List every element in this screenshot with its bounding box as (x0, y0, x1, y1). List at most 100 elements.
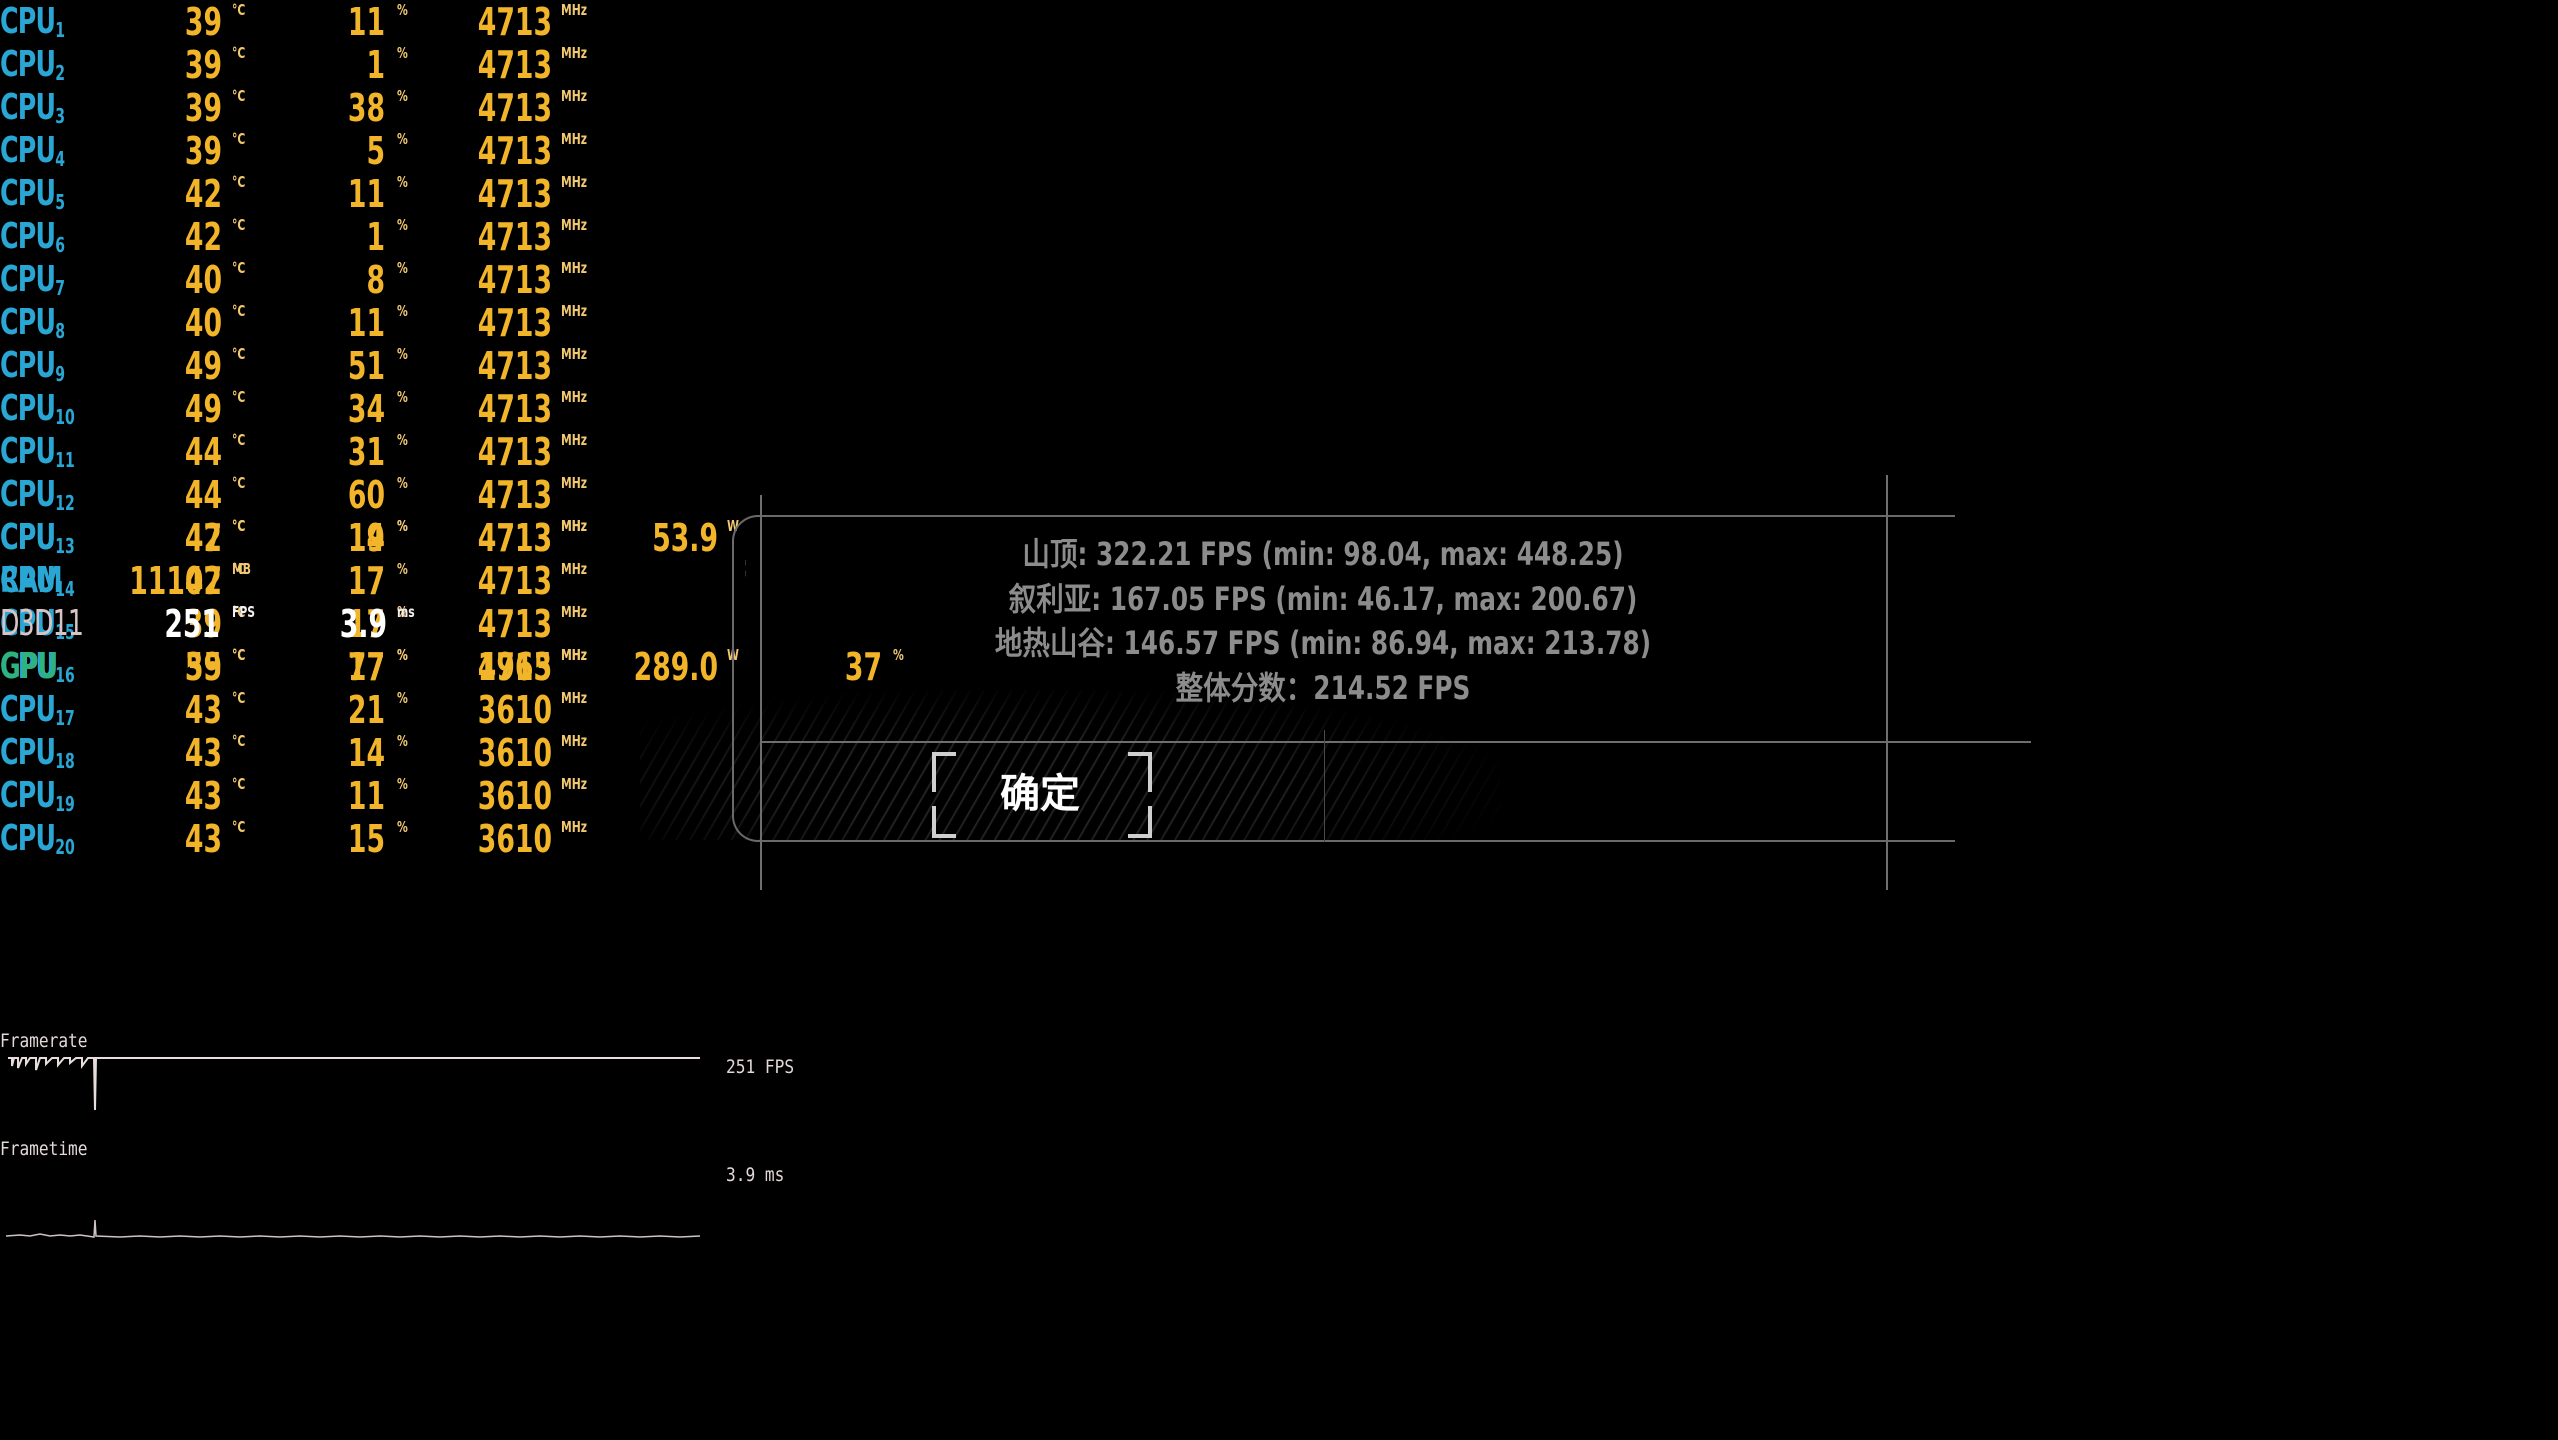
clock-unit: MHz (561, 775, 588, 793)
cpu-core-temp: 42 (184, 172, 222, 216)
frametime-graph-label: Frametime (0, 1138, 88, 1160)
clock-unit: MHz (561, 388, 588, 406)
cpu-core-clock: 4713 (477, 301, 552, 345)
confirm-button[interactable]: 确定 (932, 752, 1152, 838)
cpu-core-clock: 4713 (477, 215, 552, 259)
usage-unit: % (397, 87, 408, 105)
temp-unit: °C (232, 130, 246, 148)
cpu-label-text: CPU (0, 345, 56, 386)
cpu-core-label: CPU8 (0, 303, 65, 347)
cpu-label-text: CPU (0, 173, 56, 214)
clock-unit: MHz (561, 302, 588, 320)
temp-unit: °C (232, 173, 246, 191)
clock-unit: MHz (561, 732, 588, 750)
cpu-core-clock: 4713 (477, 258, 552, 302)
cpu-core-usage: 38 (347, 86, 385, 130)
cpu-total-usage: 19 (347, 516, 385, 560)
cpu-core-row: CPU12 44 °C 60% 4713 MHz (0, 473, 960, 516)
cpu-core-temp: 39 (184, 43, 222, 87)
cpu-total-label: CPU (0, 517, 56, 558)
temp-unit: °C (232, 302, 246, 320)
cpu-core-clock: 4713 (477, 86, 552, 130)
clock-unit: MHz (561, 517, 588, 535)
cpu-core-usage: 15 (347, 817, 385, 861)
cpu-core-label: CPU6 (0, 217, 65, 261)
cpu-core-clock: 4713 (477, 0, 552, 44)
cpu-label-text: CPU (0, 474, 56, 515)
clock-unit: MHz (561, 87, 588, 105)
cpu-core-temp: 39 (184, 129, 222, 173)
usage-unit: % (397, 130, 408, 148)
cpu-core-row: CPU5 42 °C 11% 4713 MHz (0, 172, 960, 215)
cpu-label-text: CPU (0, 44, 56, 85)
ram-label: RAM (0, 560, 63, 601)
cpu-core-temp: 49 (184, 344, 222, 388)
cpu-core-row: CPU11 44 °C 31% 4713 MHz (0, 430, 960, 473)
cpu-label-text: CPU (0, 1, 56, 42)
clock-unit: MHz (561, 44, 588, 62)
d3d-label: D3D11 (0, 603, 84, 644)
usage-unit: % (397, 474, 408, 492)
usage-unit: % (397, 646, 408, 664)
cpu-core-temp: 40 (184, 258, 222, 302)
cpu-core-row: CPU7 40 °C 8% 4713 MHz (0, 258, 960, 301)
cpu-core-label: CPU3 (0, 88, 65, 132)
cpu-core-clock: 3610 (477, 731, 552, 775)
confirm-button-label: 确定 (1000, 771, 1080, 817)
clock-unit: MHz (561, 216, 588, 234)
temp-unit: °C (232, 216, 246, 234)
gpu-temp: 55 (184, 645, 222, 689)
temp-unit: °C (232, 431, 246, 449)
temp-unit: °C (232, 517, 246, 535)
frame-line-left (760, 495, 762, 890)
gpu-label: GPU (0, 646, 58, 687)
cpu-label-text: CPU (0, 130, 56, 171)
clock-unit: MHz (561, 345, 588, 363)
cpu-core-usage: 11 (347, 172, 385, 216)
cpu-core-label: CPU7 (0, 260, 65, 304)
cpu-core-usage: 21 (347, 688, 385, 732)
cpu-core-usage: 1 (366, 43, 385, 87)
cpu-core-label: CPU19 (0, 776, 75, 820)
cpu-core-label: CPU20 (0, 819, 75, 863)
cpu-core-clock: 4713 (477, 129, 552, 173)
ram-used: 11107 (129, 559, 222, 603)
cpu-core-row: CPU10 49 °C 34% 4713 MHz (0, 387, 960, 430)
result-line-overall-score: 整体分数：214.52 FPS (1175, 669, 1471, 707)
side-decoration-top: — — (740, 560, 750, 577)
cpu-total-power: 53.9 (652, 516, 718, 560)
cpu-core-index: 8 (55, 319, 65, 343)
cpu-core-label: CPU9 (0, 346, 65, 390)
cpu-core-index: 4 (55, 147, 65, 171)
cpu-core-row: CPU8 40 °C 11% 4713 MHz (0, 301, 960, 344)
cpu-core-clock: 3610 (477, 774, 552, 818)
cpu-core-index: 3 (55, 104, 65, 128)
usage-unit: % (397, 173, 408, 191)
cpu-core-index: 10 (55, 405, 75, 429)
frametime-graph (5, 1219, 701, 1238)
cpu-label-text: CPU (0, 732, 56, 773)
cpu-core-clock: 4713 (477, 43, 552, 87)
cpu-core-clock: 4713 (477, 387, 552, 431)
cpu-core-temp: 43 (184, 774, 222, 818)
temp-unit: °C (232, 388, 246, 406)
clock-unit: MHz (561, 646, 588, 664)
cpu-core-label: CPU10 (0, 389, 75, 433)
framerate-graph-label: Framerate (0, 1030, 88, 1052)
cpu-core-label: CPU5 (0, 174, 65, 218)
cpu-core-index: 20 (55, 835, 75, 859)
clock-unit: MHz (561, 689, 588, 707)
cpu-core-index: 12 (55, 491, 75, 515)
cpu-core-label: CPU4 (0, 131, 65, 175)
usage-unit: % (397, 44, 408, 62)
cpu-core-usage: 11 (347, 774, 385, 818)
frametime-graph-line (5, 1219, 701, 1238)
cpu-core-label: CPU12 (0, 475, 75, 519)
clock-unit: MHz (561, 818, 588, 836)
cpu-label-text: CPU (0, 216, 56, 257)
cpu-core-index: 9 (55, 362, 65, 386)
temp-unit: °C (232, 732, 246, 750)
cpu-label-text: CPU (0, 87, 56, 128)
cpu-core-label: CPU17 (0, 690, 75, 734)
cpu-core-temp: 40 (184, 301, 222, 345)
